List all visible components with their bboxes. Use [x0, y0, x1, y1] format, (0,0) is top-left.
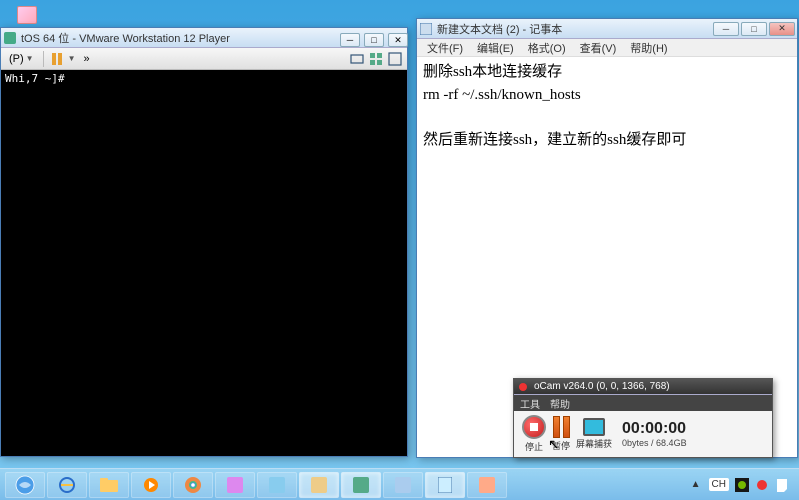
recording-status: 0bytes / 68.4GB — [622, 438, 687, 448]
pause-icon — [553, 416, 570, 438]
ocam-title: oCam v264.0 (0, 0, 1366, 768) — [534, 381, 770, 392]
tray-action-center-icon[interactable] — [775, 478, 789, 492]
unity-button[interactable] — [368, 51, 384, 67]
taskbar-app-3[interactable] — [299, 472, 339, 498]
pause-icon — [52, 53, 62, 65]
taskbar-vmware[interactable] — [341, 472, 381, 498]
notepad-titlebar[interactable]: 新建文本文档 (2) - 记事本 ─ □ ✕ — [417, 19, 797, 39]
ocam-body: 停止 暂停 屏幕捕获 00:00:00 0bytes / 68.4GB — [514, 411, 772, 457]
menu-help[interactable]: 帮助 — [550, 396, 570, 411]
taskbar-app-7[interactable] — [467, 472, 507, 498]
taskbar-mediaplayer[interactable] — [131, 472, 171, 498]
menu-help[interactable]: 帮助(H) — [624, 39, 673, 57]
capture-button[interactable]: 屏幕捕获 — [576, 418, 612, 450]
tray-expand-icon[interactable]: ▲ — [689, 478, 703, 492]
record-stop-icon — [522, 415, 546, 439]
toolbar-separator — [43, 51, 44, 67]
vmware-toolbar: (P) ▼ ▼ » — [1, 48, 407, 70]
detached-window-controls: ─ □ ✕ — [340, 33, 408, 47]
maximize-button[interactable]: □ — [364, 33, 384, 47]
tray-nvidia-icon[interactable] — [735, 478, 749, 492]
taskbar: ▲ CH — [0, 468, 799, 500]
shortcut-icon — [17, 6, 37, 24]
pause-button[interactable]: 暂停 — [552, 416, 570, 452]
vmware-window: tOS 64 位 - VMware Workstation 12 Player … — [0, 27, 408, 457]
maximize-button[interactable]: □ — [741, 22, 767, 36]
ocam-window: oCam v264.0 (0, 0, 1366, 768) 工具 帮助 停止 暂… — [513, 378, 773, 458]
recording-timer: 00:00:00 — [622, 420, 686, 438]
desktop-shortcut[interactable] — [12, 4, 42, 26]
menu-tools[interactable]: 工具 — [520, 396, 540, 411]
taskbar-app-1[interactable] — [215, 472, 255, 498]
ocam-icon — [516, 380, 530, 394]
ocam-titlebar[interactable]: oCam v264.0 (0, 0, 1366, 768) — [514, 379, 772, 395]
minimize-button[interactable]: ─ — [713, 22, 739, 36]
ocam-menubar: 工具 帮助 — [514, 395, 772, 411]
system-tray: ▲ CH — [683, 478, 795, 492]
notepad-menubar: 文件(F) 编辑(E) 格式(O) 查看(V) 帮助(H) — [417, 39, 797, 57]
tray-ocam-icon[interactable] — [755, 478, 769, 492]
taskbar-app-2[interactable] — [257, 472, 297, 498]
notepad-title: 新建文本文档 (2) - 记事本 — [437, 21, 713, 37]
menu-edit[interactable]: 编辑(E) — [471, 39, 520, 57]
taskbar-notepad[interactable] — [425, 472, 465, 498]
vmware-icon — [3, 31, 17, 45]
monitor-icon — [583, 418, 605, 436]
close-button[interactable]: ✕ — [388, 33, 408, 47]
stop-button[interactable]: 停止 — [522, 415, 546, 453]
menu-format[interactable]: 格式(O) — [522, 39, 572, 57]
player-menu[interactable]: (P) ▼ — [5, 51, 38, 67]
dropdown-arrow-icon: ▼ — [26, 54, 34, 63]
notepad-icon — [419, 22, 433, 36]
menu-view[interactable]: 查看(V) — [574, 39, 623, 57]
language-indicator[interactable]: CH — [709, 478, 729, 491]
pause-button[interactable] — [49, 51, 65, 67]
devices-button[interactable] — [349, 51, 365, 67]
taskbar-chrome[interactable] — [173, 472, 213, 498]
start-button[interactable] — [5, 472, 45, 498]
taskbar-explorer[interactable] — [89, 472, 129, 498]
taskbar-ie[interactable] — [47, 472, 87, 498]
menu-file[interactable]: 文件(F) — [421, 39, 469, 57]
fullscreen-button[interactable] — [387, 51, 403, 67]
terminal-output[interactable]: Whi,7 ~]# — [1, 70, 407, 456]
taskbar-app-5[interactable] — [383, 472, 423, 498]
minimize-button[interactable]: ─ — [340, 33, 360, 47]
close-button[interactable]: ✕ — [769, 22, 795, 36]
send-ctrl-alt-del-button[interactable]: » — [79, 51, 95, 67]
dropdown-arrow-icon[interactable]: ▼ — [68, 54, 76, 63]
